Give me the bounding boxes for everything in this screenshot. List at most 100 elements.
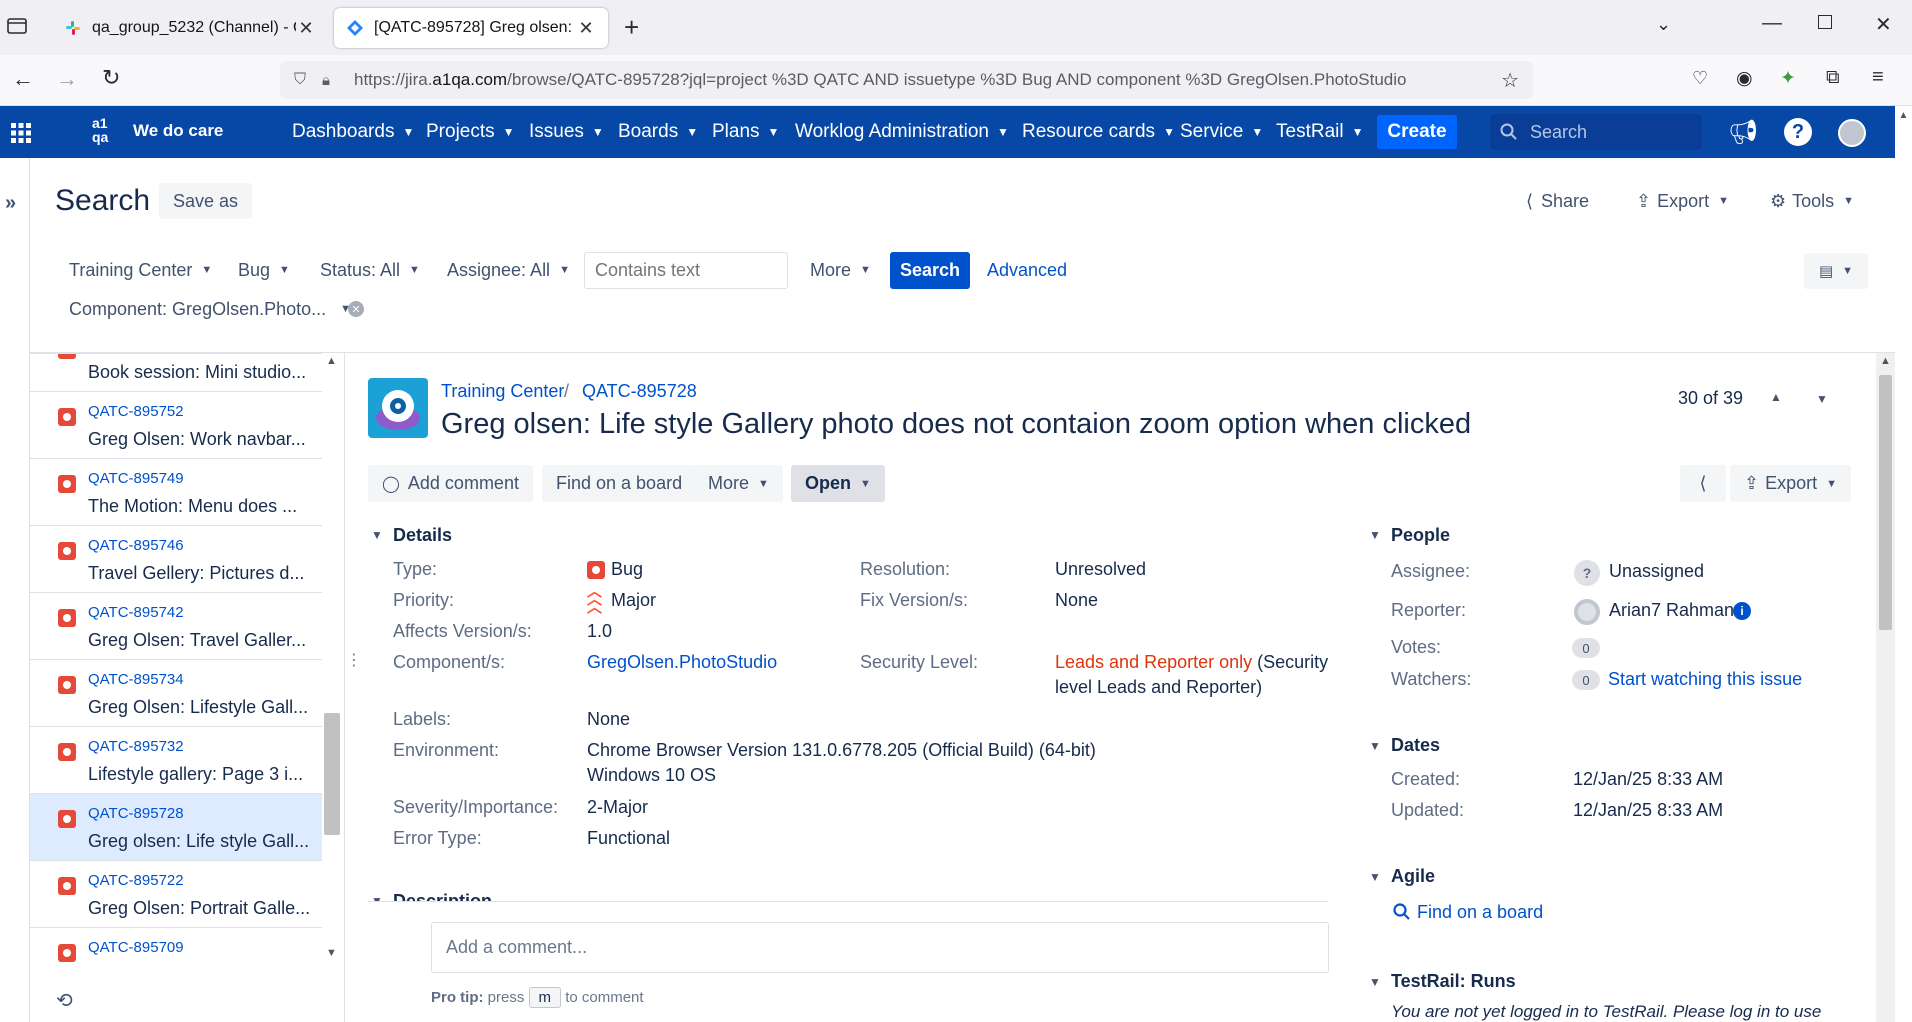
agile-collapse-icon[interactable]: ▼ (1369, 870, 1381, 884)
add-comment-input[interactable]: Add a comment... (431, 922, 1329, 973)
project-filter[interactable]: Training Center ▼ (69, 252, 212, 288)
close-tab-icon[interactable]: ✕ (576, 18, 596, 39)
help-icon[interactable]: ? (1784, 118, 1812, 146)
export-button[interactable]: ⇪ Export ▼ (1622, 183, 1743, 219)
list-item[interactable]: QATC-895749 The Motion: Menu does ... (30, 459, 322, 526)
page-scroll-up-arrow[interactable]: ▲ (1880, 355, 1891, 367)
list-item[interactable]: QATC-895709 (30, 928, 322, 967)
tools-button[interactable]: ⚙ Tools ▼ (1756, 183, 1868, 219)
nav-projects[interactable]: Projects ▼ (426, 106, 515, 158)
nav-dashboards[interactable]: Dashboards ▼ (292, 106, 414, 158)
shield-icon[interactable]: ⛉ (294, 71, 312, 89)
nav-boards[interactable]: Boards ▼ (618, 106, 698, 158)
forward-icon[interactable]: → (56, 66, 78, 92)
contains-text-input[interactable] (584, 252, 788, 289)
type-filter[interactable]: Bug ▼ (238, 252, 290, 288)
extensions-puzzle-icon[interactable]: ⧉ (1826, 67, 1840, 89)
layout-switcher-button[interactable]: ▤ ▼ (1804, 253, 1868, 289)
back-icon[interactable]: ← (12, 66, 34, 92)
previous-issue-icon[interactable]: ▲ (1770, 390, 1782, 404)
agile-find-on-board-link[interactable]: Find on a board (1417, 902, 1543, 923)
status-open-button[interactable]: Open ▼ (791, 465, 885, 502)
clear-component-filter-icon[interactable]: ✕ (348, 301, 364, 317)
issue-share-button[interactable]: ⟨ (1680, 465, 1726, 502)
expand-sidebar-icon[interactable]: » (5, 192, 16, 215)
scroll-up-arrow[interactable]: ▲ (326, 355, 337, 367)
status-filter[interactable]: Status: All ▼ (320, 252, 420, 288)
assignee-filter[interactable]: Assignee: All ▼ (447, 252, 570, 288)
menu-icon[interactable]: ≡ (1872, 66, 1884, 89)
nav-worklog-administration[interactable]: Worklog Administration ▼ (795, 106, 1009, 158)
nav-resource-cards[interactable]: Resource cards ▼ (1022, 106, 1175, 158)
reload-icon[interactable]: ↻ (102, 65, 120, 91)
component-filter[interactable]: Component: GregOlsen.Photo... ▼ (69, 291, 351, 327)
tab-list-icon[interactable] (6, 16, 28, 36)
resize-handle[interactable]: ⋮ (346, 650, 362, 670)
lock-icon[interactable]: 🔒︎ (322, 72, 340, 89)
create-button[interactable]: Create (1377, 115, 1457, 149)
more-filters-button[interactable]: More ▼ (810, 252, 871, 288)
list-item[interactable]: Book session: Mini studio... (30, 354, 322, 392)
refresh-list-icon[interactable]: ⟲ (56, 988, 73, 1013)
url-bar[interactable]: ⛉ 🔒︎ https://jira.a1qa.com/browse/QATC-8… (280, 61, 1533, 99)
save-as-button[interactable]: Save as (159, 183, 253, 219)
maximize-button[interactable] (1818, 15, 1832, 29)
issue-export-button[interactable]: ⇪ Export ▼ (1730, 465, 1852, 502)
list-item[interactable]: QATC-895742 Greg Olsen: Travel Galler... (30, 593, 322, 660)
pocket-icon[interactable]: ♡ (1692, 68, 1708, 89)
search-button[interactable]: Search (890, 252, 970, 289)
list-item[interactable]: QATC-895722 Greg Olsen: Portrait Galle..… (30, 861, 322, 928)
start-watching-link[interactable]: Start watching this issue (1608, 669, 1802, 690)
reporter-value[interactable]: Arian7 Rahman (1609, 600, 1734, 621)
next-issue-icon[interactable]: ▼ (1816, 392, 1828, 406)
nav-service[interactable]: Service ▼ (1180, 106, 1263, 158)
nav-issues[interactable]: Issues ▼ (529, 106, 604, 158)
page-scrollbar-top-arrow[interactable]: ▲ (1895, 106, 1912, 158)
list-item[interactable]: QATC-895734 Greg Olsen: Lifestyle Gall..… (30, 660, 322, 727)
breadcrumb-project[interactable]: Training Center (441, 381, 564, 402)
details-collapse-icon[interactable]: ▼ (371, 528, 383, 542)
advanced-search-link[interactable]: Advanced (987, 252, 1067, 288)
dates-collapse-icon[interactable]: ▼ (1369, 739, 1381, 753)
scroll-thumb[interactable] (324, 713, 340, 835)
user-avatar[interactable] (1838, 119, 1866, 147)
notifications-megaphone-icon[interactable]: 📢︎ (1728, 118, 1758, 147)
people-collapse-icon[interactable]: ▼ (1369, 528, 1381, 542)
close-tab-icon[interactable]: ✕ (296, 18, 316, 39)
issue-list-scrollbar[interactable]: ▲ ▼ (322, 353, 342, 967)
votes-count-badge[interactable]: 0 (1572, 638, 1600, 658)
bug-icon (58, 475, 76, 493)
page-scrollbar[interactable]: ▲ (1876, 353, 1895, 1022)
a1qa-logo[interactable]: a1 qa (92, 116, 120, 148)
more-actions-button[interactable]: More ▼ (694, 465, 783, 502)
page-scroll-thumb[interactable] (1879, 375, 1892, 630)
list-item[interactable]: QATC-895732 Lifestyle gallery: Page 3 i.… (30, 727, 322, 794)
extension-icon[interactable]: ✦ (1780, 67, 1796, 90)
nav-testrail[interactable]: TestRail ▼ (1276, 106, 1363, 158)
minimize-button[interactable]: — (1762, 12, 1782, 35)
bookmark-star-icon[interactable]: ☆ (1501, 68, 1519, 93)
list-item-key: QATC-895752 (88, 403, 184, 420)
list-item-selected[interactable]: QATC-895728 Greg olsen: Life style Gall.… (30, 794, 322, 861)
watchers-count-badge[interactable]: 0 (1572, 670, 1600, 690)
tab-jira[interactable]: [QATC-895728] Greg olsen: Life ✕ (334, 8, 608, 48)
list-item[interactable]: QATC-895752 Greg Olsen: Work navbar... (30, 392, 322, 459)
list-item[interactable]: QATC-895746 Travel Gellery: Pictures d..… (30, 526, 322, 593)
account-icon[interactable]: ◉ (1736, 67, 1753, 90)
scroll-down-arrow[interactable]: ▼ (326, 947, 337, 959)
breadcrumb-issue-key[interactable]: QATC-895728 (582, 381, 697, 402)
list-all-tabs-icon[interactable]: ⌄ (1656, 14, 1671, 35)
new-tab-button[interactable]: + (624, 12, 639, 43)
add-comment-button[interactable]: ◯ Add comment (368, 465, 533, 502)
share-button[interactable]: ⟨ Share (1512, 183, 1603, 219)
tab-slack[interactable]: qa_group_5232 (Channel) - QA ✕ (52, 8, 328, 48)
testrail-collapse-icon[interactable]: ▼ (1369, 975, 1381, 989)
component-link[interactable]: GregOlsen.PhotoStudio (587, 652, 777, 673)
close-window-button[interactable]: ✕ (1875, 12, 1892, 37)
list-item-summary: Greg Olsen: Lifestyle Gall... (88, 697, 309, 717)
info-icon[interactable]: i (1733, 602, 1751, 620)
find-on-board-button[interactable]: Find on a board (542, 465, 697, 502)
header-search-input[interactable]: Search (1490, 114, 1702, 150)
nav-plans[interactable]: Plans ▼ (712, 106, 779, 158)
app-switcher-icon[interactable] (10, 122, 32, 144)
